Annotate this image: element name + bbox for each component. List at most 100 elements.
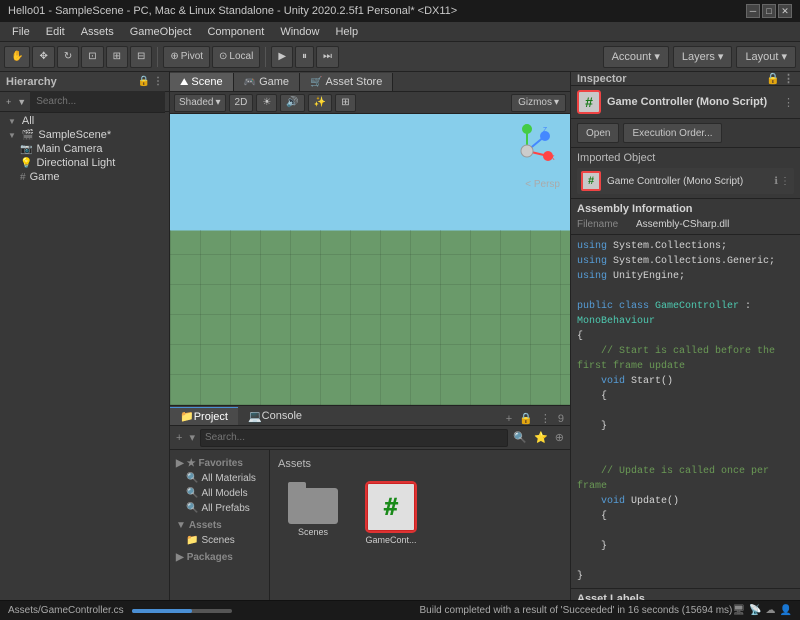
project-search-input[interactable] <box>200 429 508 447</box>
2d-btn[interactable]: 2D <box>229 94 254 112</box>
pause-btn[interactable]: ⏸ <box>295 46 314 68</box>
project-tabs: 📁 Project 💻 Console + 🔒 ⋮ 9 <box>170 406 570 426</box>
transform-rotate-btn[interactable]: ↻ <box>57 46 79 68</box>
account-label: Account <box>612 51 652 63</box>
assets-section[interactable]: ▼ Assets <box>170 518 269 533</box>
close-btn[interactable]: ✕ <box>778 4 792 18</box>
tab-project[interactable]: 📁 Project <box>170 407 238 425</box>
project-lock-icon[interactable]: 🔒 <box>517 412 535 425</box>
hierarchy-menu-icon[interactable]: ⋮ <box>153 76 163 87</box>
code-line-20: } <box>577 569 794 584</box>
transform-scale-btn[interactable]: ⊡ <box>81 46 103 68</box>
layout-btn[interactable]: Layout ▾ <box>736 46 796 68</box>
code-line-7: // Start is called before the first fram… <box>577 344 794 374</box>
inspector-object-menu-icon[interactable]: ⋮ <box>783 96 794 109</box>
hierarchy-light-item[interactable]: 💡 Directional Light <box>0 156 169 170</box>
inspector-lock-icon[interactable]: 🔒 <box>766 72 780 85</box>
status-icon-4[interactable]: 👤 <box>780 605 792 616</box>
status-icon-2[interactable]: 📡 <box>749 605 761 616</box>
asset-scenes-folder[interactable]: Scenes <box>278 482 348 545</box>
imported-info-icon[interactable]: ℹ <box>774 176 778 187</box>
hierarchy-all-label: All <box>22 115 34 127</box>
tab-scene[interactable]: ⛰ Scene <box>170 73 234 91</box>
menu-edit[interactable]: Edit <box>38 22 73 42</box>
shading-select[interactable]: Shaded ▾ <box>174 94 226 112</box>
hierarchy-game-item[interactable]: # Game <box>0 170 169 184</box>
hierarchy-dropdown-icon[interactable]: ▼ <box>15 97 28 107</box>
transform-multi-btn[interactable]: ⊟ <box>130 46 152 68</box>
hierarchy-add-btn[interactable]: + <box>4 97 13 107</box>
account-btn[interactable]: Account ▾ <box>603 46 669 68</box>
menu-window[interactable]: Window <box>272 22 327 42</box>
open-btn[interactable]: Open <box>577 123 619 143</box>
grid-icon: ⊞ <box>341 97 349 108</box>
menu-assets[interactable]: Assets <box>73 22 122 42</box>
menu-gameobject[interactable]: GameObject <box>122 22 200 42</box>
code-line-18: } <box>577 539 794 554</box>
project-add-chevron-icon[interactable]: ▾ <box>187 431 197 444</box>
execution-order-btn[interactable]: Execution Order... <box>623 123 721 143</box>
local-btn[interactable]: ⊙ Local <box>212 46 260 68</box>
all-materials-item[interactable]: 🔍 All Materials <box>170 471 269 486</box>
lighting-icon: ☀ <box>262 97 271 108</box>
project-tab-icon: 📁 <box>180 410 194 423</box>
project-options-icon[interactable]: + <box>504 413 514 425</box>
project-add-icon[interactable]: + <box>174 432 184 444</box>
hierarchy-lock-icon[interactable]: 🔒 <box>138 76 150 87</box>
assembly-title: Assembly Information <box>577 203 794 215</box>
all-models-item[interactable]: 🔍 All Models <box>170 486 269 501</box>
grid-btn[interactable]: ⊞ <box>335 94 355 112</box>
maximize-btn[interactable]: □ <box>762 4 776 18</box>
lighting-btn[interactable]: ☀ <box>256 94 277 112</box>
transform-hand-btn[interactable]: ✋ <box>4 46 30 68</box>
assets-section-label: Assets <box>189 520 222 531</box>
asset-game-controller[interactable]: # GameCont... <box>356 482 426 545</box>
favorites-section[interactable]: ▶ ★ Favorites <box>170 456 269 471</box>
pivot-btn[interactable]: ⊕ Pivot <box>163 46 210 68</box>
transform-rect-btn[interactable]: ⊞ <box>106 46 128 68</box>
game-tab-label: Game <box>259 76 289 88</box>
menu-help[interactable]: Help <box>327 22 366 42</box>
imported-menu-icon[interactable]: ⋮ <box>780 176 790 187</box>
menu-file[interactable]: File <box>4 22 38 42</box>
layers-btn[interactable]: Layers ▾ <box>673 46 733 68</box>
tab-game[interactable]: 🎮 Game <box>234 73 300 91</box>
hierarchy-all-item[interactable]: ▼ All <box>0 114 169 128</box>
project-search-icon[interactable]: 🔍 <box>511 431 529 444</box>
hierarchy-search-input[interactable] <box>30 91 165 113</box>
status-icon-1[interactable]: 🖥 <box>732 605 745 616</box>
fx-btn[interactable]: ✨ <box>308 94 332 112</box>
folder-icon <box>288 482 338 524</box>
hierarchy-scene-item[interactable]: ▼ 🎬 SampleScene* <box>0 128 169 142</box>
console-tab-label: Console <box>262 410 302 422</box>
all-materials-label: All Materials <box>201 473 255 484</box>
tab-asset-store[interactable]: 🛒 Asset Store <box>300 73 393 91</box>
code-line-12 <box>577 434 794 449</box>
audio-btn[interactable]: 🔊 <box>280 94 304 112</box>
minimize-btn[interactable]: ─ <box>746 4 760 18</box>
inspector-menu-icon[interactable]: ⋮ <box>783 72 794 85</box>
project-saved-search-icon[interactable]: ⭐ <box>532 431 550 444</box>
scene-viewport[interactable]: Z X Y < Persp <box>170 114 570 405</box>
menu-component[interactable]: Component <box>199 22 272 42</box>
step-btn[interactable]: ⏭ <box>316 46 339 68</box>
imported-object-icon: # <box>581 171 601 191</box>
code-line-19 <box>577 554 794 569</box>
scenes-item[interactable]: 📁 Scenes <box>170 533 269 548</box>
inspector-header: Inspector 🔒 ⋮ <box>571 72 800 86</box>
transform-move-btn[interactable]: ✥ <box>32 46 54 68</box>
project-menu-icon[interactable]: ⋮ <box>538 412 553 425</box>
hierarchy-items: ▼ All ▼ 🎬 SampleScene* 📷 Main Camera 💡 D… <box>0 112 169 600</box>
status-message: Build completed with a result of 'Succee… <box>420 605 733 616</box>
project-filter-icon[interactable]: ⊕ <box>553 431 566 444</box>
all-prefabs-item[interactable]: 🔍 All Prefabs <box>170 501 269 516</box>
code-line-16: { <box>577 509 794 524</box>
play-btn[interactable]: ▶ <box>271 46 293 68</box>
tab-console[interactable]: 💻 Console <box>238 407 312 425</box>
packages-section[interactable]: ▶ Packages <box>170 550 269 565</box>
gizmos-btn[interactable]: Gizmos ▾ <box>511 94 566 112</box>
filename-key: Filename <box>577 219 632 230</box>
status-icon-3[interactable]: ☁ <box>766 605 776 616</box>
code-line-17 <box>577 524 794 539</box>
hierarchy-camera-item[interactable]: 📷 Main Camera <box>0 142 169 156</box>
